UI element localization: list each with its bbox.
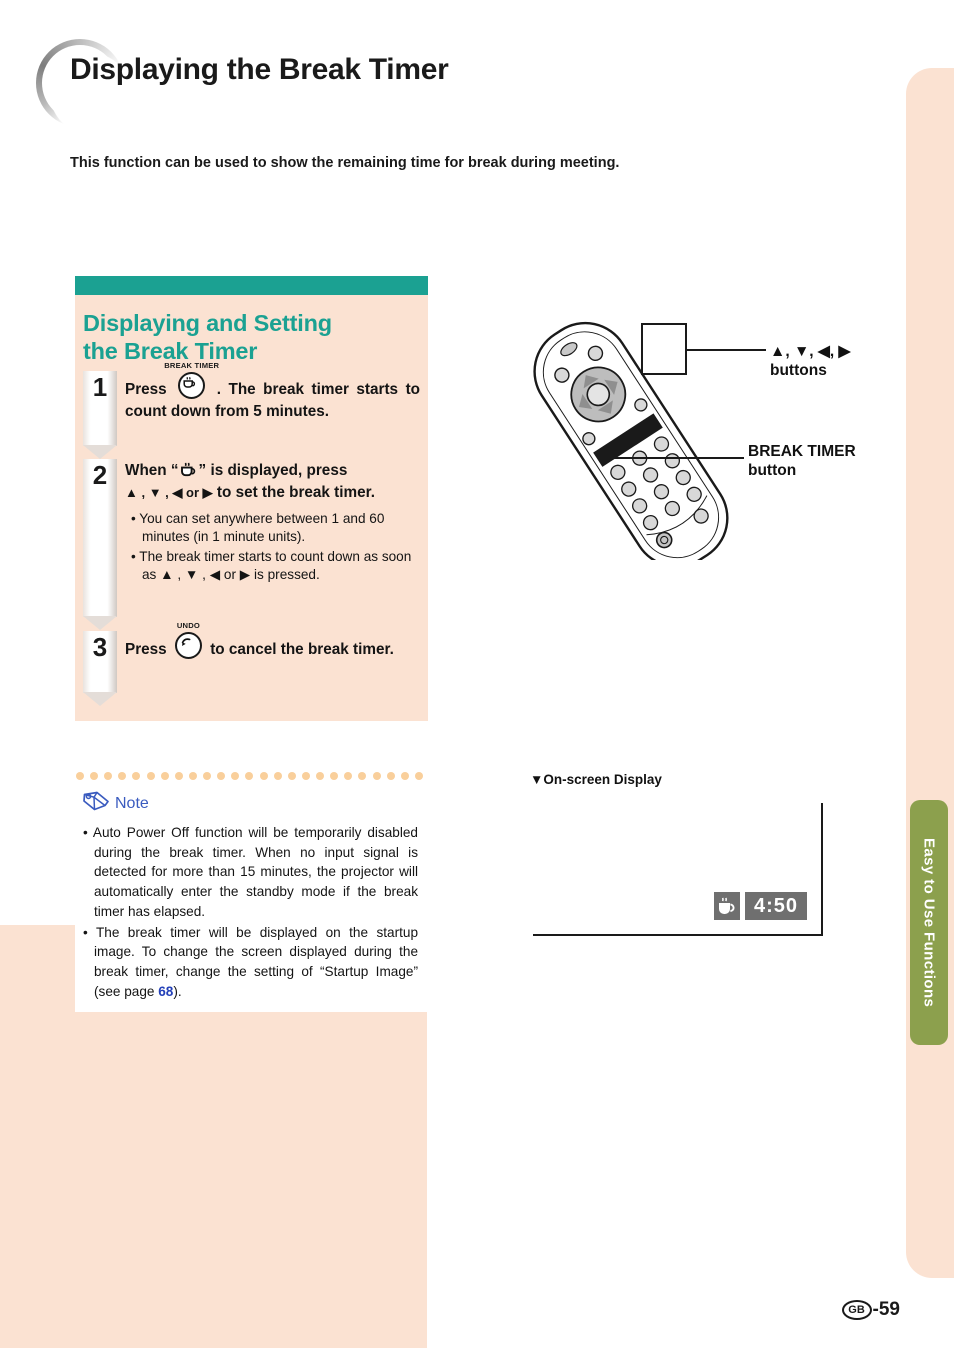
step-3-text: Press UNDO to cancel the break timer. xyxy=(125,621,420,661)
step-1-text-after: . The break timer starts to count down f… xyxy=(125,381,421,421)
coffee-cup-icon xyxy=(713,892,740,920)
undo-button-chip[interactable]: UNDO xyxy=(174,621,202,660)
note-header: Note xyxy=(75,786,428,823)
divider-dot xyxy=(245,772,254,780)
step-2-text: When “ ” is displayed, press ▲ , ▼ , ◀ o… xyxy=(125,459,420,503)
page-number: -59 xyxy=(872,1299,900,1320)
step-2: 2 When “ ” is displayed, press ▲ , ▼ , ◀… xyxy=(75,459,428,631)
step-2-text-mid: ” is displayed, press xyxy=(198,462,348,480)
step-2-number: 2 xyxy=(92,460,108,491)
step-1-number: 1 xyxy=(92,372,108,403)
right-peach-strip xyxy=(906,68,954,1278)
divider-dot xyxy=(259,772,268,780)
step-2-bullets: • You can set anywhere between 1 and 60 … xyxy=(125,510,420,585)
osd-caption: ▼On-screen Display xyxy=(530,772,662,787)
pencil-icon xyxy=(81,790,111,817)
section-tab-label: Easy to Use Functions xyxy=(920,837,938,1008)
undo-button-caption: UNDO xyxy=(176,621,201,631)
divider-dot xyxy=(414,772,423,780)
step-3: 3 Press UNDO to cancel the break timer. xyxy=(75,621,428,713)
divider-dot xyxy=(344,772,353,780)
step-3-text-before: Press xyxy=(125,641,167,659)
divider-dot xyxy=(316,772,325,780)
osd-break-timer-badge: 4:50 xyxy=(713,892,807,920)
step-1-text-before: Press xyxy=(125,381,167,399)
note-item-2: • The break timer will be displayed on t… xyxy=(83,924,419,999)
divider-dot xyxy=(287,772,296,780)
divider-dot xyxy=(400,772,409,780)
divider-dot xyxy=(132,772,141,780)
divider-dot xyxy=(217,772,226,780)
panel-heading-line2: the Break Timer xyxy=(83,338,258,365)
note-box: Note • Auto Power Off function will be t… xyxy=(75,786,428,1013)
step-2-bullet-1-text: You can set anywhere between 1 and 60 mi… xyxy=(139,510,385,545)
step-3-ribbon-tip xyxy=(83,692,117,707)
region-code-badge: GB xyxy=(841,1300,872,1320)
panel-body: Displaying and Setting the Break Timer 1… xyxy=(75,295,428,722)
callout-arrow-buttons-line2: buttons xyxy=(770,362,827,380)
undo-arrow-icon xyxy=(174,632,202,660)
break-timer-button-chip[interactable]: BREAK TIMER xyxy=(164,361,219,400)
step-2-text-before: When “ xyxy=(125,462,179,480)
step-2-ribbon: 2 xyxy=(83,459,117,631)
callout-break-timer-line2: button xyxy=(748,462,797,480)
divider-dot xyxy=(386,772,395,780)
osd-time-value: 4:50 xyxy=(744,892,807,920)
note-item-2-text-a: The break timer will be displayed on the… xyxy=(94,924,419,999)
divider-dot xyxy=(273,772,282,780)
note-item-2-text-b: ). xyxy=(173,983,182,999)
note-item-1: • Auto Power Off function will be tempor… xyxy=(83,825,418,919)
section-tab-easy-to-use-functions: Easy to Use Functions xyxy=(910,800,948,1045)
break-timer-button-caption: BREAK TIMER xyxy=(164,361,220,371)
note-label: Note xyxy=(115,794,149,812)
page-title: Displaying the Break Timer xyxy=(70,53,449,86)
divider-dot xyxy=(174,772,183,780)
callout-arrow-buttons: ▲, ▼, ◀, ▶ buttons xyxy=(770,342,850,381)
divider-dot xyxy=(358,772,367,780)
divider-dot xyxy=(188,772,197,780)
step-2-text-after: to set the break timer. xyxy=(216,484,375,502)
divider-dot xyxy=(146,772,155,780)
coffee-cup-icon xyxy=(178,372,206,400)
step-2-bullet-2: • The break timer starts to count down a… xyxy=(131,548,412,583)
step-2-bullet-1: • You can set anywhere between 1 and 60 … xyxy=(131,510,385,545)
panel-teal-bar xyxy=(75,276,428,295)
coffee-cup-icon xyxy=(179,461,199,478)
step-3-ribbon: 3 xyxy=(83,631,117,707)
step-2-arrow-glyphs: ▲ , ▼ , ◀ or ▶ xyxy=(125,485,213,501)
page-footer: GB -59 xyxy=(841,1299,900,1321)
divider-dot xyxy=(118,772,127,780)
divider-dot xyxy=(372,772,381,780)
step-3-text-after: to cancel the break timer. xyxy=(210,641,394,659)
divider-dot xyxy=(160,772,169,780)
note-items: • Auto Power Off function will be tempor… xyxy=(75,823,428,1001)
divider-dot xyxy=(231,772,240,780)
instruction-panel: Displaying and Setting the Break Timer 1… xyxy=(75,276,428,722)
step-1: 1 Press BREAK TIMER . The break timer st… xyxy=(75,361,428,460)
intro-paragraph: This function can be used to show the re… xyxy=(70,155,620,171)
step-2-ribbon-tip xyxy=(83,616,117,631)
panel-heading: Displaying and Setting the Break Timer xyxy=(75,295,428,371)
divider-dot xyxy=(330,772,339,780)
remote-control-illustration: ▲, ▼, ◀, ▶ buttons BREAK TIMER button xyxy=(520,300,940,568)
divider-dot xyxy=(301,772,310,780)
dotted-divider xyxy=(75,772,428,781)
callout-break-timer-line1: BREAK TIMER xyxy=(748,443,856,460)
page-reference-link[interactable]: 68 xyxy=(158,984,173,999)
callout-break-timer-button: BREAK TIMER button xyxy=(748,442,856,481)
step-1-ribbon-tip xyxy=(83,445,117,460)
divider-dot xyxy=(76,772,84,780)
divider-dot xyxy=(203,772,212,780)
step-1-text: Press BREAK TIMER . The break timer star… xyxy=(125,361,421,422)
step-2-bullet-2-text: The break timer starts to count down as … xyxy=(139,548,412,583)
divider-dot xyxy=(104,772,113,780)
divider-dot xyxy=(90,772,99,780)
callout-arrow-buttons-line1: ▲, ▼, ◀, ▶ xyxy=(770,343,851,360)
osd-frame: 4:50 xyxy=(533,803,823,936)
panel-heading-line1: Displaying and Setting xyxy=(83,310,332,336)
note-item-1-text: Auto Power Off function will be temporar… xyxy=(92,825,418,919)
step-1-ribbon: 1 xyxy=(83,371,117,460)
step-3-number: 3 xyxy=(92,632,108,663)
